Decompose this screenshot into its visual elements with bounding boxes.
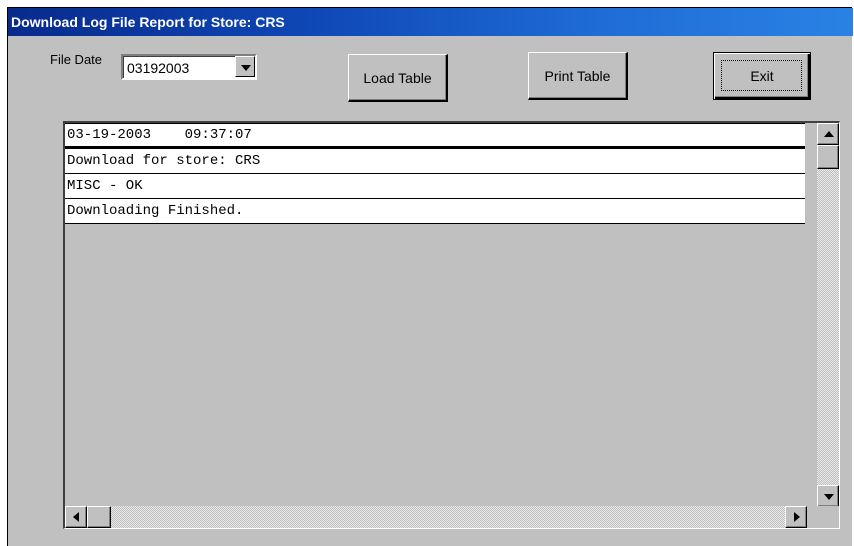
- exit-button[interactable]: Exit: [713, 52, 811, 100]
- log-row[interactable]: Downloading Finished.: [65, 199, 805, 224]
- print-table-button[interactable]: Print Table: [528, 52, 628, 100]
- scroll-left-button[interactable]: [65, 506, 87, 528]
- vertical-scroll-thumb[interactable]: [817, 145, 839, 169]
- arrow-up-icon: [824, 131, 834, 137]
- scroll-right-button[interactable]: [785, 506, 807, 528]
- print-table-label: Print Table: [544, 67, 611, 84]
- arrow-right-icon: [794, 512, 800, 522]
- file-date-dropdown-button[interactable]: [235, 56, 255, 77]
- log-row[interactable]: MISC - OK: [65, 174, 805, 199]
- arrow-down-icon: [824, 494, 834, 500]
- vertical-scrollbar[interactable]: [817, 123, 839, 507]
- scrollbar-corner: [817, 506, 839, 528]
- log-row[interactable]: 03-19-2003 09:37:07: [65, 123, 805, 149]
- log-report-window: Download Log File Report for Store: CRS …: [7, 7, 853, 546]
- log-table[interactable]: 03-19-2003 09:37:07 Download for store: …: [63, 121, 840, 529]
- log-rows: 03-19-2003 09:37:07 Download for store: …: [65, 123, 805, 224]
- log-row[interactable]: Download for store: CRS: [65, 149, 805, 174]
- chevron-down-icon: [241, 65, 251, 71]
- file-date-label: File Date: [50, 52, 103, 67]
- arrow-left-icon: [73, 512, 79, 522]
- file-date-value: 03192003: [127, 60, 190, 76]
- horizontal-scroll-thumb[interactable]: [87, 506, 111, 528]
- scroll-down-button[interactable]: [817, 485, 839, 507]
- horizontal-scrollbar[interactable]: [65, 506, 807, 528]
- file-date-select[interactable]: 03192003: [121, 54, 257, 80]
- load-table-label: Load Table: [363, 69, 432, 86]
- exit-label: Exit: [750, 68, 774, 84]
- scroll-up-button[interactable]: [817, 123, 839, 145]
- window-title: Download Log File Report for Store: CRS: [8, 8, 853, 36]
- load-table-button[interactable]: Load Table: [348, 54, 448, 102]
